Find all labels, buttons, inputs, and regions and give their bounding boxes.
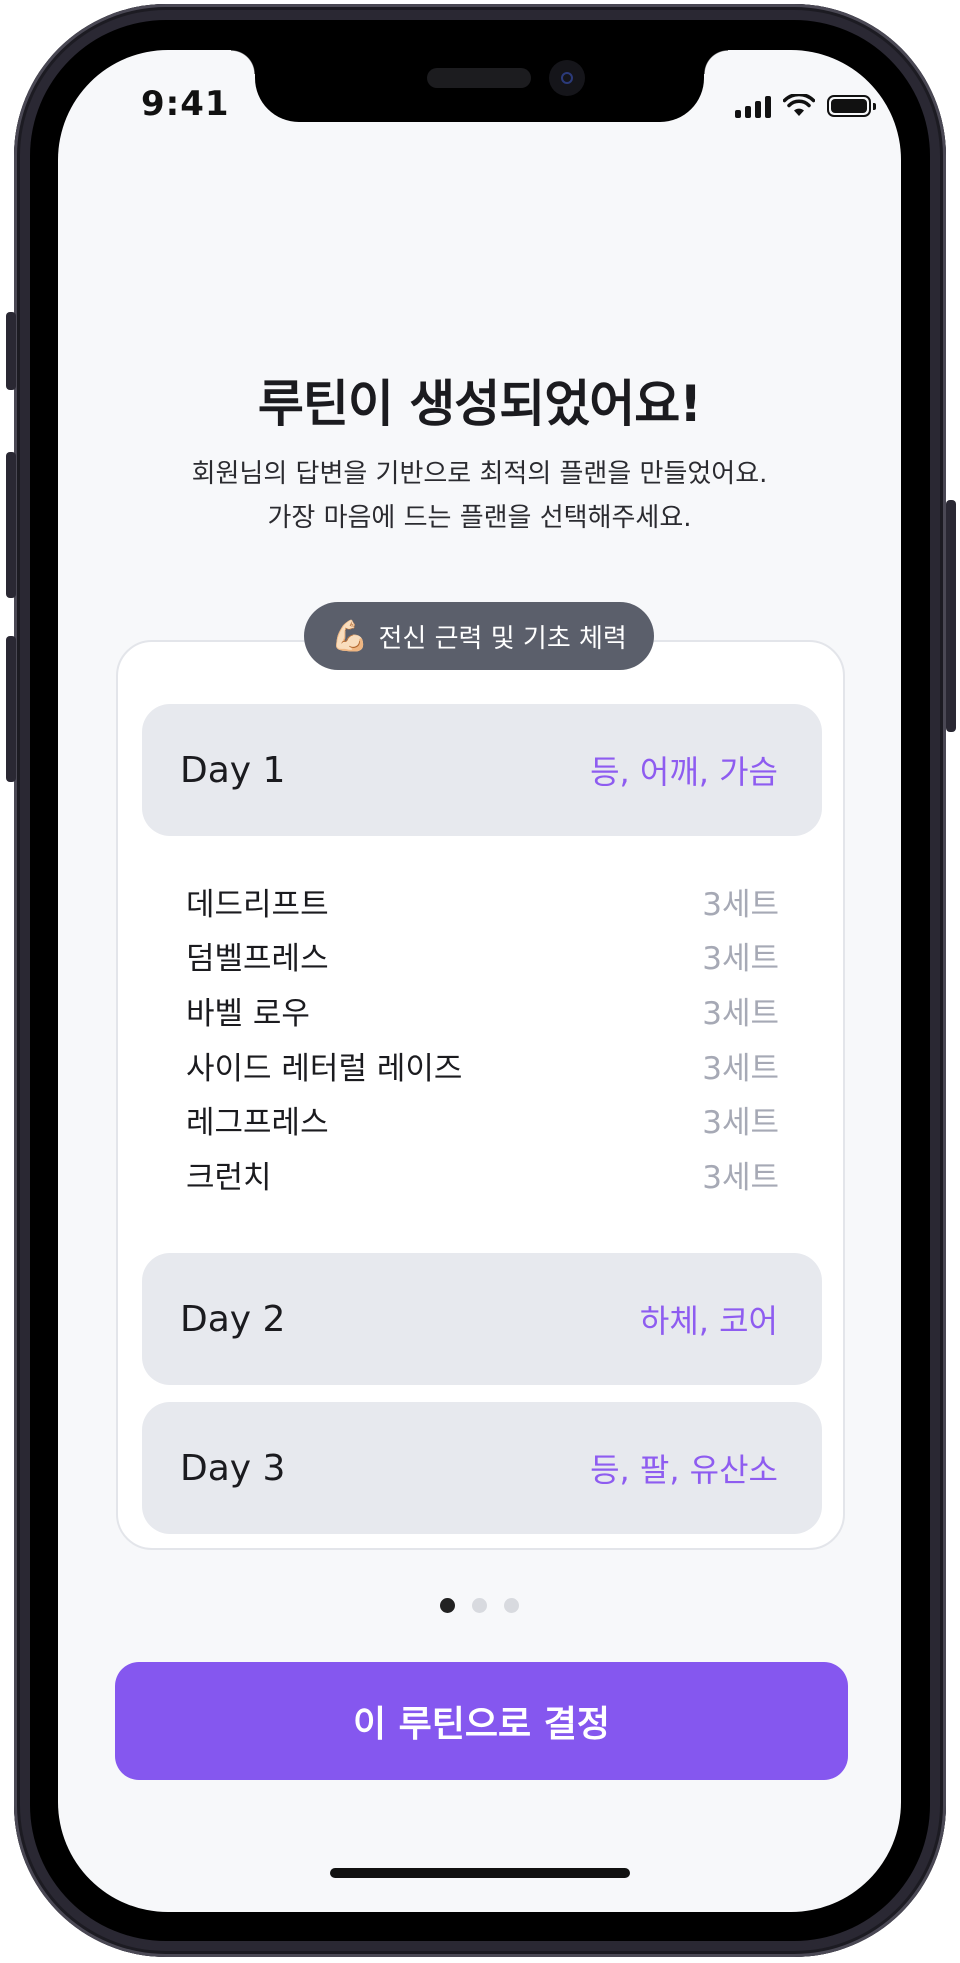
page-dot[interactable]: [504, 1598, 519, 1613]
day-header[interactable]: Day 1 등, 어깨, 가슴: [142, 704, 822, 836]
speaker-grille: [427, 68, 531, 88]
power-button: [946, 500, 956, 732]
exercise-sets: 3세트: [702, 941, 779, 978]
mute-switch: [6, 312, 16, 390]
day-label: Day 1: [180, 749, 286, 791]
list-item: 데드리프트 3세트: [186, 874, 779, 929]
list-item: 덤벨프레스 3세트: [186, 929, 779, 984]
day-body-parts: 등, 팔, 유산소: [590, 1451, 778, 1489]
day-body-parts: 하체, 코어: [639, 1302, 778, 1340]
status-icons: [735, 92, 876, 120]
list-item: 바벨 로우 3세트: [186, 983, 779, 1038]
confirm-routine-button[interactable]: 이 루틴으로 결정: [115, 1662, 848, 1780]
volume-down-button: [6, 636, 16, 782]
pagination-dots: [58, 1598, 901, 1613]
home-indicator[interactable]: [330, 1868, 630, 1878]
exercise-name: 크런치: [186, 1159, 272, 1196]
front-camera-icon: [549, 60, 585, 96]
list-item: 크런치 3세트: [186, 1147, 779, 1202]
notch: [231, 50, 728, 122]
page-title: 루틴이 생성되었어요!: [257, 375, 702, 433]
page-dot-active[interactable]: [440, 1598, 455, 1613]
exercise-name: 레그프레스: [186, 1105, 329, 1142]
day-header[interactable]: Day 3 등, 팔, 유산소: [142, 1402, 822, 1534]
exercise-name: 바벨 로우: [186, 995, 310, 1032]
day-header[interactable]: Day 2 하체, 코어: [142, 1253, 822, 1385]
exercise-sets: 3세트: [702, 995, 779, 1032]
exercise-name: 데드리프트: [186, 886, 329, 923]
volume-up-button: [6, 452, 16, 598]
day-label: Day 2: [180, 1298, 286, 1340]
exercise-sets: 3세트: [702, 1105, 779, 1142]
subtitle-line: 가장 마음에 드는 플랜을 선택해주세요.: [267, 503, 692, 533]
list-item: 레그프레스 3세트: [186, 1092, 779, 1147]
day-body-parts: 등, 어깨, 가슴: [590, 753, 778, 791]
exercise-sets: 3세트: [702, 1159, 779, 1196]
battery-icon: [827, 95, 876, 117]
exercise-sets: 3세트: [702, 1050, 779, 1087]
wifi-icon: [783, 94, 815, 116]
cellular-signal-icon: [735, 94, 771, 118]
subtitle-line: 회원님의 답변을 기반으로 최적의 플랜을 만들었어요.: [191, 459, 768, 489]
page-subtitle: 회원님의 답변을 기반으로 최적의 플랜을 만들었어요. 가장 마음에 드는 플…: [58, 452, 901, 540]
exercise-name: 덤벨프레스: [186, 941, 329, 978]
exercise-name: 사이드 레터럴 레이즈: [186, 1050, 463, 1087]
day-label: Day 3: [180, 1447, 286, 1489]
exercise-sets: 3세트: [702, 886, 779, 923]
exercise-list: 데드리프트 3세트 덤벨프레스 3세트 바벨 로우 3세트 사이드 레터럴 레이…: [186, 874, 779, 1202]
screen: 9:41 루틴이 생성되었어요! 회원님의 답변을 기반으로 최적의 플랜을 만…: [58, 50, 901, 1912]
page-dot[interactable]: [472, 1598, 487, 1613]
flexed-bicep-icon: 💪🏻: [331, 618, 369, 654]
list-item: 사이드 레터럴 레이즈 3세트: [186, 1038, 779, 1093]
goal-badge: 💪🏻 전신 근력 및 기초 체력: [304, 602, 654, 670]
status-time: 9:41: [141, 84, 230, 124]
goal-label: 전신 근력 및 기초 체력: [378, 623, 627, 654]
